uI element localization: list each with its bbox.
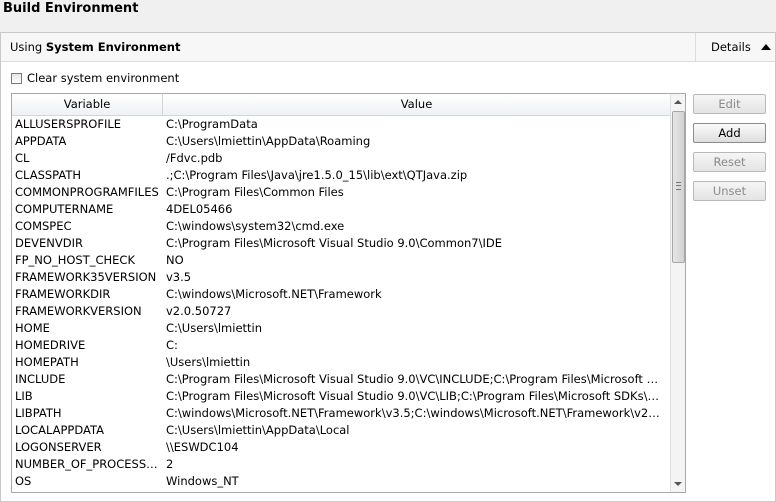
value-cell: C:\Users\lmiettin\AppData\Local (166, 423, 350, 437)
scroll-down-arrow-icon[interactable] (674, 482, 682, 486)
table-body: ALLUSERSPROFILE C:\ProgramData APPDATA C:\U… (12, 116, 670, 490)
reset-button[interactable]: Reset (693, 152, 766, 172)
add-button[interactable]: Add (693, 123, 766, 143)
value-cell: C: (166, 338, 178, 352)
variable-cell: COMSPEC (15, 219, 72, 233)
variable-cell: LOGONSERVER (15, 440, 102, 454)
value-cell: C:\Users\lmiettin\AppData\Roaming (166, 134, 371, 148)
environment-table[interactable]: Variable Value ALLUSERSPROFILE C:\Program… (11, 93, 686, 493)
table-row[interactable]: DEVENVDIR C:\Program Files\Microsoft Visu… (12, 235, 670, 252)
variable-cell: NUMBER_OF_PROCESSORS (15, 457, 163, 471)
table-row[interactable]: APPDATA C:\Users\lmiettin\AppData\Roaming (12, 133, 670, 150)
table-row[interactable]: HOME C:\Users\lmiettin (12, 320, 670, 337)
value-cell: C:\windows\Microsoft.NET\Framework (166, 287, 382, 301)
table-row[interactable]: OS Windows_NT (12, 473, 670, 490)
grip-icon (676, 182, 681, 190)
using-value: System Environment (45, 40, 181, 54)
variable-cell: HOMEDRIVE (15, 338, 86, 352)
value-cell: C:\Users\lmiettin (166, 321, 263, 335)
table-row[interactable]: FRAMEWORKVERSION v2.0.50727 (12, 303, 670, 320)
variable-cell: OS (15, 474, 32, 488)
value-cell: Windows_NT (166, 474, 239, 488)
clear-environment-checkbox[interactable] (11, 72, 22, 84)
value-cell: \\ESWDC104 (166, 440, 239, 454)
value-cell: .;C:\Program Files\Java\jre1.5.0_15\lib\… (166, 168, 468, 182)
value-cell: C:\ProgramData (166, 117, 258, 131)
using-prefix: Using (10, 40, 46, 54)
value-cell: C:\windows\Microsoft.NET\Framework\v3.5;… (166, 406, 663, 420)
variable-cell: LOCALAPPDATA (15, 423, 104, 437)
variable-cell: DEVENVDIR (15, 236, 83, 250)
table-row[interactable]: HOMEDRIVE C: (12, 337, 670, 354)
value-cell: C:\Program Files\Common Files (166, 185, 344, 199)
details-toggle-button[interactable]: Details (695, 33, 775, 61)
table-row[interactable]: LIBPATH C:\windows\Microsoft.NET\Framewor… (12, 405, 670, 422)
details-label: Details (711, 40, 751, 54)
clear-environment-option[interactable]: Clear system environment (11, 71, 179, 85)
variable-cell: FRAMEWORK35VERSION (15, 270, 157, 284)
value-cell: /Fdvc.pdb (166, 151, 223, 165)
table-row[interactable]: ALLUSERSPROFILE C:\ProgramData (12, 116, 670, 133)
value-cell: C:\windows\system32\cmd.exe (166, 219, 345, 233)
variable-cell: CL (15, 151, 30, 165)
table-row[interactable]: FP_NO_HOST_CHECK NO (12, 252, 670, 269)
variable-cell: FP_NO_HOST_CHECK (15, 253, 135, 267)
table-row[interactable]: COMSPEC C:\windows\system32\cmd.exe (12, 218, 670, 235)
variable-cell: ALLUSERSPROFILE (15, 117, 122, 131)
value-cell: C:\Program Files\Microsoft Visual Studio… (166, 372, 663, 386)
table-row[interactable]: LOCALAPPDATA C:\Users\lmiettin\AppData\Lo… (12, 422, 670, 439)
section-title: Build Environment (3, 1, 139, 16)
table-row[interactable]: COMPUTERNAME 4DEL05466 (12, 201, 670, 218)
column-header-variable[interactable]: Variable (12, 94, 163, 115)
variable-cell: INCLUDE (15, 372, 66, 386)
scrollbar-thumb[interactable] (672, 111, 685, 263)
table-row[interactable]: CLASSPATH .;C:\Program Files\Java\jre1.5.… (12, 167, 670, 184)
variable-cell: LIB (15, 389, 33, 403)
variable-cell: CLASSPATH (15, 168, 82, 182)
panel-header: Using System Environment Details (1, 33, 775, 62)
unset-button[interactable]: Unset (693, 181, 766, 201)
table-row[interactable]: LOGONSERVER \\ESWDC104 (12, 439, 670, 456)
value-cell: C:\Program Files\Microsoft Visual Studio… (166, 236, 502, 250)
variable-cell: HOMEPATH (15, 355, 79, 369)
value-cell: v3.5 (166, 270, 192, 284)
variable-cell: APPDATA (15, 134, 67, 148)
value-cell: 2 (166, 457, 174, 471)
variable-cell: HOME (15, 321, 50, 335)
variable-cell: COMMONPROGRAMFILES (15, 185, 159, 199)
environment-panel: Using System Environment Details Clear s… (0, 32, 776, 502)
clear-environment-label: Clear system environment (27, 71, 180, 85)
variable-cell: FRAMEWORKVERSION (15, 304, 142, 318)
table-row[interactable]: INCLUDE C:\Program Files\Microsoft Visual… (12, 371, 670, 388)
table-row[interactable]: FRAMEWORKDIR C:\windows\Microsoft.NET\Fra… (12, 286, 670, 303)
table-row[interactable]: LIB C:\Program Files\Microsoft Visual Stu… (12, 388, 670, 405)
scroll-up-arrow-icon[interactable] (674, 100, 682, 104)
table-row[interactable]: COMMONPROGRAMFILES C:\Program Files\Commo… (12, 184, 670, 201)
variable-cell: LIBPATH (15, 406, 62, 420)
value-cell: NO (166, 253, 184, 267)
table-row[interactable]: HOMEPATH \Users\lmiettin (12, 354, 670, 371)
table-header: Variable Value (12, 94, 670, 116)
using-label: Using System Environment (10, 40, 180, 54)
triangle-up-icon (760, 44, 771, 50)
table-row[interactable]: CL/Fdvc.pdb (12, 150, 670, 167)
value-cell: v2.0.50727 (166, 304, 232, 318)
vertical-scrollbar[interactable] (670, 94, 685, 492)
variable-cell: COMPUTERNAME (15, 202, 114, 216)
value-cell: \Users\lmiettin (166, 355, 251, 369)
table-row[interactable]: FRAMEWORK35VERSION v3.5 (12, 269, 670, 286)
value-cell: 4DEL05466 (166, 202, 233, 216)
edit-button[interactable]: Edit (693, 94, 766, 114)
table-row[interactable]: NUMBER_OF_PROCESSORS 2 (12, 456, 670, 473)
variable-cell: FRAMEWORKDIR (15, 287, 111, 301)
value-cell: C:\Program Files\Microsoft Visual Studio… (166, 389, 663, 403)
column-header-value[interactable]: Value (163, 94, 670, 115)
